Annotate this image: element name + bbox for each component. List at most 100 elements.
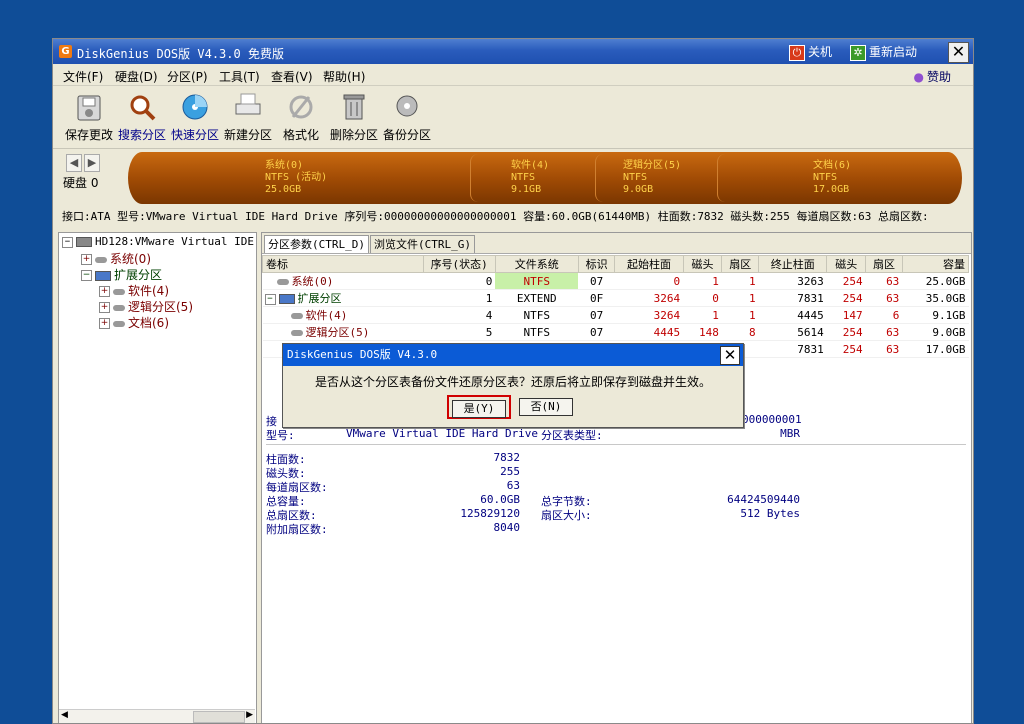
col-index[interactable]: 序号(状态) bbox=[422, 255, 496, 273]
sponsor-link[interactable]: ● 赞助 bbox=[914, 68, 952, 85]
partition-segment-documents[interactable]: 文档(6) NTFS 17.0GB bbox=[717, 154, 949, 202]
cell-end-cyl: 5614 bbox=[758, 323, 827, 341]
collapse-icon[interactable]: − bbox=[264, 293, 276, 305]
tree-node-logical[interactable]: + 逻辑分区(5) bbox=[99, 298, 193, 315]
cell-id: 0F bbox=[578, 289, 615, 307]
col-end-head[interactable]: 磁头 bbox=[826, 255, 867, 273]
expand-icon[interactable]: + bbox=[99, 302, 110, 313]
tree-node-label: 系统(0) bbox=[110, 252, 151, 266]
partition-segment-software[interactable]: 软件(4) NTFS 9.1GB bbox=[470, 154, 595, 202]
partition-segment-logical[interactable]: 逻辑分区(5) NTFS 9.0GB bbox=[595, 154, 717, 202]
dialog-close-button[interactable]: ✕ bbox=[720, 346, 740, 365]
table-row[interactable]: 软件(4) 4 NTFS 07 3264 1 1 4445 147 6 9.1G… bbox=[262, 306, 969, 324]
menu-partition[interactable]: 分区(P) bbox=[167, 68, 208, 85]
backup-partition-button[interactable]: 备份分区 bbox=[379, 90, 435, 143]
tree-node-disk[interactable]: − HD128:VMware Virtual IDE Ha bbox=[62, 235, 274, 248]
restart-button[interactable]: ✲ 重新启动 bbox=[850, 43, 917, 61]
collapse-icon[interactable]: − bbox=[62, 236, 73, 248]
cell-start-sector: 1 bbox=[721, 272, 759, 290]
cell-volume: − 扩展分区 bbox=[262, 289, 423, 307]
col-start-head[interactable]: 磁头 bbox=[682, 255, 723, 273]
volume-label: 逻辑分区(5) bbox=[305, 326, 370, 339]
partition-panel: 分区参数(CTRL_D) 浏览文件(CTRL_G) 卷标 序号(状态) 文件系统… bbox=[261, 232, 972, 723]
cell-end-cyl: 7831 bbox=[758, 340, 827, 358]
tree-node-extended[interactable]: − 扩展分区 bbox=[81, 266, 162, 283]
col-volume[interactable]: 卷标 bbox=[262, 255, 424, 273]
magnifier-icon bbox=[130, 95, 156, 121]
menu-help[interactable]: 帮助(H) bbox=[323, 68, 365, 85]
expand-icon[interactable]: + bbox=[99, 286, 110, 297]
tree-horizontal-scrollbar[interactable]: ◀ ▶ bbox=[59, 709, 255, 723]
cell-end-sector: 63 bbox=[865, 289, 903, 307]
close-window-button[interactable]: ✕ bbox=[948, 42, 969, 63]
format-button[interactable]: 格式化 bbox=[273, 90, 329, 143]
cell-start-sector: 1 bbox=[721, 289, 759, 307]
backup-partition-label: 备份分区 bbox=[382, 128, 431, 142]
cell-capacity: 17.0GB bbox=[902, 340, 969, 358]
collapse-icon[interactable]: − bbox=[81, 270, 92, 281]
tree-node-software[interactable]: + 软件(4) bbox=[99, 282, 169, 299]
col-start-cyl[interactable]: 起始柱面 bbox=[614, 255, 684, 273]
next-disk-arrow-icon[interactable]: ▶ bbox=[84, 154, 100, 172]
col-id[interactable]: 标识 bbox=[577, 255, 616, 273]
detail-extra-label: 附加扇区数: bbox=[266, 523, 328, 536]
yes-button-highlight: 是(Y) bbox=[447, 395, 511, 419]
expand-icon[interactable]: + bbox=[99, 318, 110, 329]
tree-node-label: 文档(6) bbox=[128, 316, 169, 330]
menu-view[interactable]: 查看(V) bbox=[271, 68, 313, 85]
col-end-sector[interactable]: 扇区 bbox=[865, 255, 903, 273]
cell-end-head: 147 bbox=[826, 306, 866, 324]
menu-disk[interactable]: 硬盘(D) bbox=[115, 68, 158, 85]
detail-ssize-label: 扇区大小: bbox=[541, 509, 592, 522]
restart-label: 重新启动 bbox=[869, 45, 918, 59]
delete-partition-button[interactable]: 删除分区 bbox=[326, 90, 382, 143]
details-divider bbox=[266, 444, 966, 445]
app-logo-icon: G bbox=[59, 45, 72, 58]
cell-volume: 逻辑分区(5) bbox=[262, 323, 423, 341]
prev-disk-arrow-icon[interactable]: ◀ bbox=[66, 154, 82, 172]
cell-end-sector: 63 bbox=[865, 340, 903, 358]
quick-partition-button[interactable]: 快速分区 bbox=[167, 90, 223, 143]
cell-filesystem: NTFS bbox=[495, 306, 579, 324]
cell-end-sector: 63 bbox=[865, 323, 903, 341]
volume-label: 扩展分区 bbox=[297, 292, 342, 305]
col-start-sector[interactable]: 扇区 bbox=[721, 255, 760, 273]
detail-spt-value: 63 bbox=[506, 479, 520, 492]
cell-end-sector: 63 bbox=[865, 272, 903, 290]
partition-segment-system[interactable]: 系统(0) NTFS (活动) 25.0GB bbox=[128, 154, 470, 202]
partition-icon bbox=[113, 304, 125, 311]
col-filesystem[interactable]: 文件系统 bbox=[494, 255, 579, 273]
new-partition-button[interactable]: 新建分区 bbox=[220, 90, 276, 143]
quick-partition-label: 快速分区 bbox=[170, 128, 219, 142]
tab-browse-files[interactable]: 浏览文件(CTRL_G) bbox=[370, 235, 475, 253]
yes-button[interactable]: 是(Y) bbox=[452, 400, 506, 418]
tab-partition-params[interactable]: 分区参数(CTRL_D) bbox=[264, 235, 369, 253]
scroll-right-icon[interactable]: ▶ bbox=[246, 710, 253, 720]
cell-id: 07 bbox=[578, 323, 615, 341]
disk-tree: − HD128:VMware Virtual IDE Ha + 系统(0) − 扩展分… bbox=[58, 232, 274, 723]
cell-end-cyl: 4445 bbox=[758, 306, 827, 324]
cell-end-head: 254 bbox=[826, 289, 866, 307]
scroll-left-icon[interactable]: ◀ bbox=[61, 710, 68, 720]
table-row[interactable]: − 扩展分区 1 EXTEND 0F 3264 0 1 7831 254 63 3… bbox=[262, 289, 969, 307]
disk-label: 硬盘 0 bbox=[63, 176, 99, 190]
no-button[interactable]: 否(N) bbox=[519, 398, 573, 416]
tree-node-documents[interactable]: + 文档(6) bbox=[99, 314, 169, 331]
menu-file[interactable]: 文件(F) bbox=[63, 68, 103, 85]
save-changes-button[interactable]: 保存更改 bbox=[61, 90, 117, 143]
search-partition-button[interactable]: 搜索分区 bbox=[114, 90, 170, 143]
menu-tools[interactable]: 工具(T) bbox=[219, 68, 260, 85]
col-capacity[interactable]: 容量 bbox=[901, 255, 970, 273]
shutdown-button[interactable]: ⏻ 关机 bbox=[789, 43, 832, 61]
segment-name: 系统(0) bbox=[265, 160, 304, 171]
table-row[interactable]: 逻辑分区(5) 5 NTFS 07 4445 148 8 5614 254 63… bbox=[262, 323, 969, 341]
search-partition-label: 搜索分区 bbox=[117, 128, 166, 142]
detail-model-value: VMware Virtual IDE Hard Drive bbox=[346, 427, 539, 440]
scroll-thumb[interactable] bbox=[193, 711, 245, 723]
partition-icon bbox=[290, 313, 303, 319]
cell-id: 07 bbox=[578, 272, 615, 290]
expand-icon[interactable]: + bbox=[81, 254, 92, 265]
col-end-cyl[interactable]: 终止柱面 bbox=[758, 255, 828, 273]
table-row[interactable]: 系统(0) 0 NTFS 07 0 1 1 3263 254 63 25.0GB bbox=[262, 272, 969, 290]
tree-node-system[interactable]: + 系统(0) bbox=[81, 250, 151, 267]
